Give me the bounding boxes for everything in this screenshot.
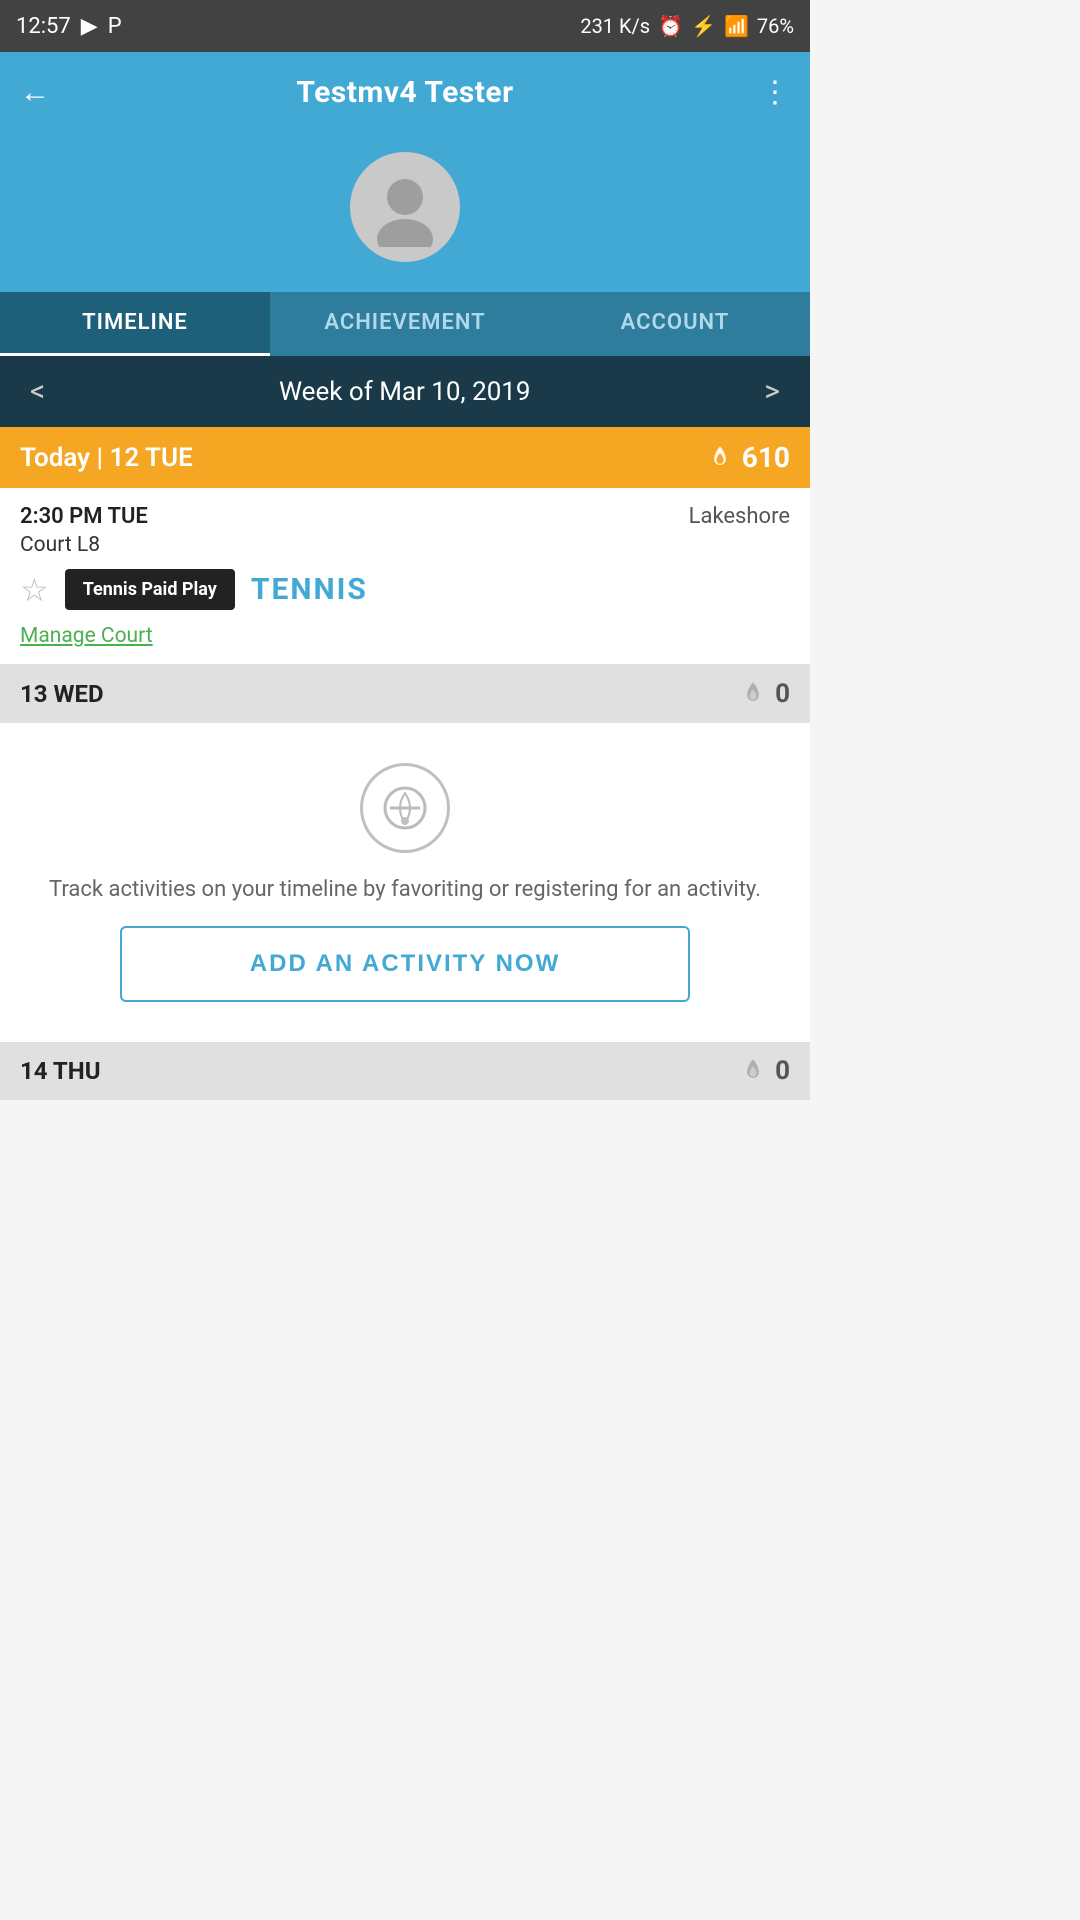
day-label-tuesday: Today | 12 TUE	[20, 443, 193, 473]
score-wednesday: 0	[739, 679, 790, 709]
activity-meta: 2:30 PM TUE Lakeshore	[20, 504, 790, 529]
status-left: 12:57 ▶ P	[16, 14, 122, 39]
manage-court-link[interactable]: Manage Court	[20, 624, 153, 648]
score-tuesday: 610	[706, 441, 790, 474]
alarm-icon: ⏰	[658, 14, 683, 38]
status-bar: 12:57 ▶ P 231 K/s ⏰ ⚡ 📶 76%	[0, 0, 810, 52]
app-header: ← Testmv4 Tester ⋮	[0, 52, 810, 132]
empty-state-icon	[360, 763, 450, 853]
activity-location: Lakeshore	[689, 504, 790, 529]
empty-state-wednesday: Track activities on your timeline by fav…	[0, 723, 810, 1042]
header-title: Testmv4 Tester	[296, 75, 513, 110]
next-week-button[interactable]: >	[764, 374, 780, 409]
empty-state-description: Track activities on your timeline by fav…	[49, 873, 761, 906]
parking-icon: P	[108, 14, 122, 39]
battery: 76%	[757, 14, 794, 38]
activity-court: Court L8	[20, 533, 790, 557]
day-label-thursday: 14 THU	[20, 1057, 101, 1085]
network-speed: 231 K/s	[580, 14, 650, 38]
activity-time: 2:30 PM TUE	[20, 504, 148, 529]
day-header-wednesday: 13 WED 0	[0, 665, 810, 723]
day-label-wednesday: 13 WED	[20, 680, 104, 708]
status-right: 231 K/s ⏰ ⚡ 📶 76%	[580, 14, 794, 38]
activity-row: ☆ Tennis Paid Play TENNIS	[20, 569, 790, 610]
avatar	[350, 152, 460, 262]
more-menu-button[interactable]: ⋮	[760, 75, 790, 110]
add-activity-button[interactable]: ADD AN ACTIVITY NOW	[120, 926, 690, 1002]
status-time: 12:57	[16, 14, 71, 39]
activity-badge: Tennis Paid Play	[65, 569, 235, 610]
bluetooth-icon: ⚡	[691, 14, 716, 38]
back-button[interactable]: ←	[20, 75, 50, 110]
avatar-section	[0, 132, 810, 292]
tab-achievement[interactable]: ACHIEVEMENT	[270, 292, 540, 356]
signal-icon: 📶	[724, 14, 749, 38]
tab-timeline[interactable]: TIMELINE	[0, 292, 270, 356]
week-navigator: < Week of Mar 10, 2019 >	[0, 356, 810, 427]
prev-week-button[interactable]: <	[30, 374, 45, 409]
activity-sport: TENNIS	[251, 572, 368, 607]
tabs: TIMELINE ACHIEVEMENT ACCOUNT	[0, 292, 810, 356]
favorite-button[interactable]: ☆	[20, 571, 49, 609]
play-icon: ▶	[81, 14, 98, 39]
day-header-thursday: 14 THU 0	[0, 1042, 810, 1100]
tab-account[interactable]: ACCOUNT	[540, 292, 810, 356]
week-label: Week of Mar 10, 2019	[279, 377, 531, 407]
day-header-tuesday: Today | 12 TUE 610	[0, 427, 810, 488]
score-thursday: 0	[739, 1056, 790, 1086]
activity-card-tuesday: 2:30 PM TUE Lakeshore Court L8 ☆ Tennis …	[0, 488, 810, 665]
